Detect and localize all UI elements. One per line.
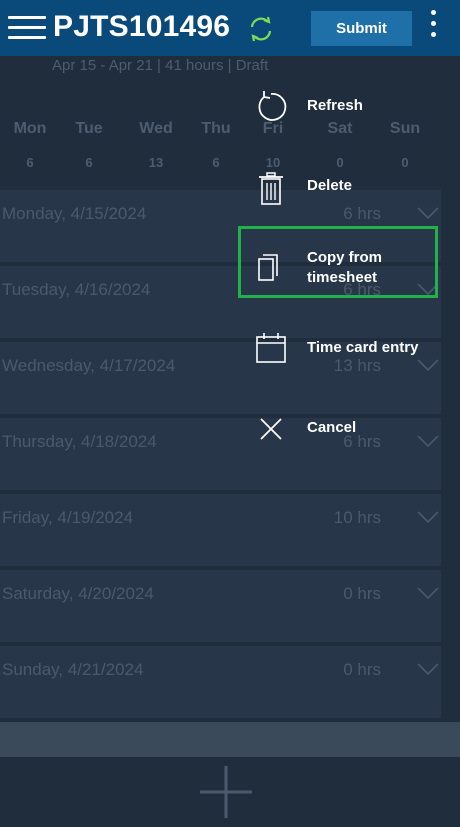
selection-highlight [238, 226, 438, 298]
day-label: Wednesday, 4/17/2024 [2, 356, 176, 375]
menu-label: Refresh [307, 97, 363, 114]
day-label: Friday, 4/19/2024 [2, 508, 134, 527]
menu-label: Time card entry [307, 339, 419, 356]
day-label: Sunday, 4/21/2024 [2, 660, 144, 679]
timesheet-summary: Apr 15 - Apr 21 | 41 hours | Draft [52, 57, 269, 74]
menu-item-time-card-entry[interactable]: Time card entry [240, 318, 460, 378]
week-day-tue: Tue 6 [75, 120, 103, 170]
menu-label: Delete [307, 177, 353, 194]
page-title: PJTS101496 [53, 10, 231, 43]
day-label: Thursday, 4/18/2024 [2, 432, 157, 451]
week-day-thu: Thu 6 [201, 120, 231, 170]
week-day-wed: Wed 13 [139, 120, 173, 170]
overflow-menu: Refresh Delete Copy from timesheet Time … [240, 0, 460, 827]
menu-item-refresh[interactable]: Refresh [240, 76, 460, 136]
day-label: Monday, 4/15/2024 [2, 204, 147, 223]
menu-item-cancel[interactable]: Cancel [240, 398, 460, 458]
day-label: Saturday, 4/20/2024 [2, 584, 154, 603]
week-day-mon: Mon 6 [13, 120, 47, 170]
menu-label: Cancel [307, 419, 357, 436]
close-icon [260, 418, 282, 440]
menu-item-delete[interactable]: Delete [240, 156, 460, 216]
hamburger-menu-icon[interactable] [8, 16, 46, 40]
refresh-icon [258, 91, 287, 121]
day-label: Tuesday, 4/16/2024 [2, 280, 151, 299]
trash-icon [259, 172, 283, 205]
calendar-icon [256, 333, 286, 363]
